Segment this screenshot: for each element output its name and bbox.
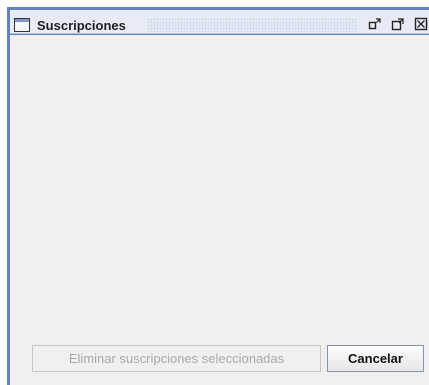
window-icon [14,18,30,32]
close-icon[interactable] [413,16,429,32]
restore-icon[interactable] [367,16,383,32]
dialog-content-area [10,35,429,385]
delete-selected-subscriptions-button[interactable]: Eliminar suscripciones seleccionadas [32,345,321,372]
cancel-button[interactable]: Cancelar [327,345,424,372]
maximize-icon[interactable] [390,16,406,32]
titlebar-grip [147,18,358,32]
window-title: Suscripciones [37,18,126,33]
dialog-screen: Suscripciones Eliminar suscripciones sel… [0,0,429,385]
